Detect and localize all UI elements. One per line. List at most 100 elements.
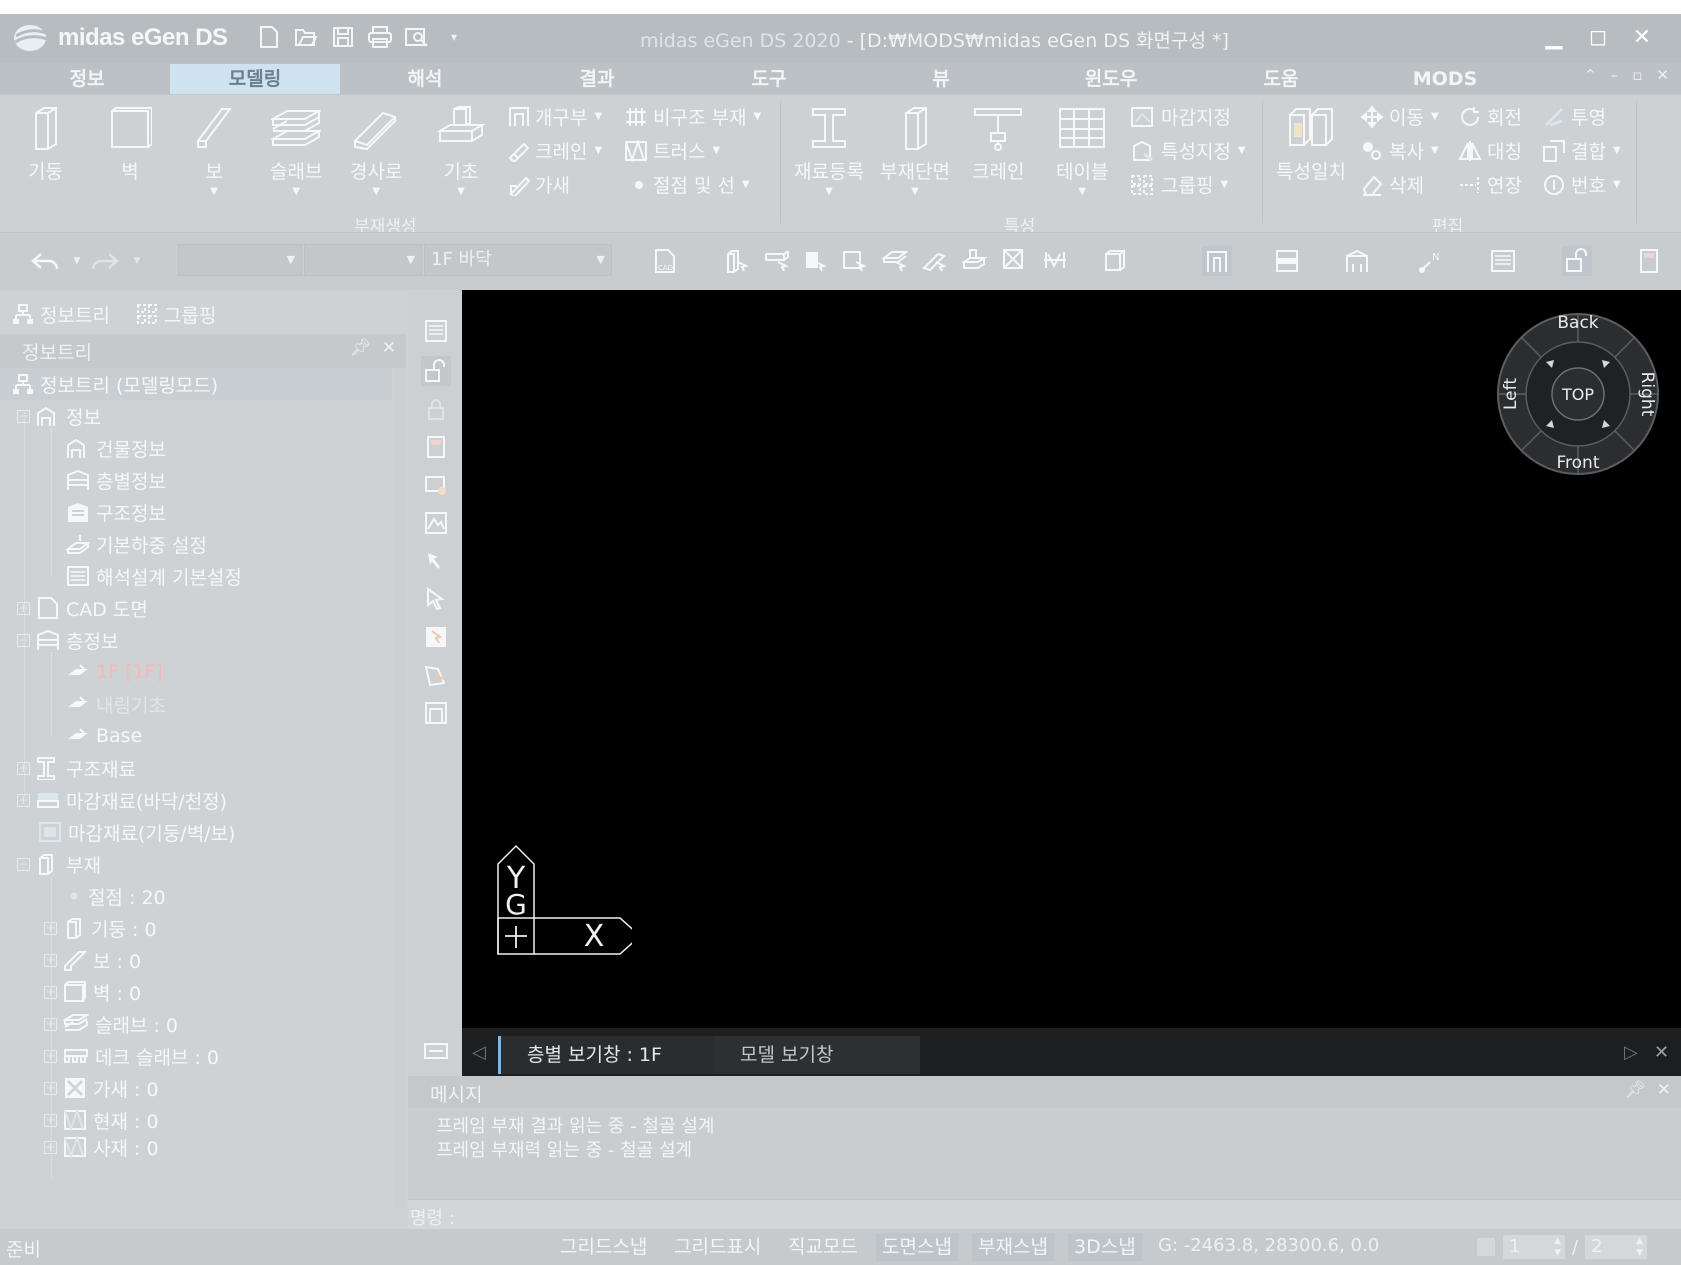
select-slab-icon[interactable] (840, 246, 870, 276)
redo-icon[interactable] (90, 246, 120, 276)
table-dropdown-icon[interactable]: ▼ (1078, 186, 1086, 197)
tree-node-cad[interactable]: + CAD 도면 (17, 592, 148, 624)
tree-item-floor-foundation[interactable]: 내림기초 (66, 688, 166, 720)
tree-item-columns[interactable]: + 기둥 : 0 (44, 912, 157, 944)
copy-dropdown-icon[interactable]: ▼ (1431, 145, 1439, 156)
unlock-icon[interactable] (1562, 246, 1592, 276)
ribbon-minimize-icon[interactable]: – (1611, 66, 1619, 84)
tab-scroll-left-icon[interactable]: ◁ (472, 1042, 486, 1063)
toggle-3d-snap[interactable]: 3D스냅 (1068, 1233, 1142, 1261)
crane-small-button[interactable]: 크레인 ▼ (508, 137, 602, 164)
toolbar-combo-1[interactable]: ▼ (178, 244, 302, 276)
extend-button[interactable]: 연장 (1458, 171, 1522, 198)
select-column-icon[interactable] (720, 246, 750, 276)
number-button[interactable]: 번호 ▼ (1542, 171, 1621, 198)
opening-button[interactable]: 개구부 ▼ (508, 103, 602, 130)
tree-item-braces[interactable]: + 가새 : 0 (44, 1072, 159, 1104)
tab-grouping[interactable]: 그룹핑 (136, 301, 216, 328)
model-canvas[interactable]: Back Front TOP Left Right Y G X (462, 290, 1681, 1047)
toggle-drawing-snap[interactable]: 도면스냅 (876, 1233, 958, 1261)
crane-small-dropdown-icon[interactable]: ▼ (594, 145, 602, 156)
ramp-dropdown-icon[interactable]: ▼ (372, 186, 380, 197)
close-icon[interactable]: ✕ (382, 338, 396, 358)
select-wall-icon[interactable] (800, 246, 830, 276)
maximize-icon[interactable]: ◻ (1585, 24, 1611, 50)
crane-button[interactable]: 크레인 (972, 105, 1024, 184)
spinner-arrows-icon[interactable]: ▲ ▼ (1554, 1235, 1561, 1259)
viewcube-back[interactable]: Back (1557, 313, 1598, 333)
non-structural-dropdown-icon[interactable]: ▼ (753, 111, 761, 122)
tree-item-floor-1f[interactable]: 1F [1F] (66, 656, 163, 688)
tree-item-floor-base[interactable]: Base (66, 720, 142, 752)
slab-dropdown-icon[interactable]: ▼ (292, 186, 300, 197)
toolbar-combo-2[interactable]: ▼ (304, 244, 422, 276)
select-foundation-icon[interactable] (960, 246, 990, 276)
mods-icon[interactable] (421, 316, 451, 346)
command-input[interactable] (468, 1202, 1668, 1226)
mods-icon[interactable] (1488, 246, 1518, 276)
tree-node-finish-wall[interactable]: 마감재료(기둥/벽/보) (38, 816, 235, 848)
move-button[interactable]: 이동 ▼ (1360, 103, 1439, 130)
toggle-grid-snap[interactable]: 그리드스냅 (554, 1233, 653, 1261)
toggle-ortho-mode[interactable]: 직교모드 (782, 1233, 864, 1261)
tab-modeling[interactable]: 모델링 (170, 64, 340, 94)
expand-icon[interactable]: + (17, 793, 30, 807)
tab-help[interactable]: 도움 (1196, 64, 1366, 94)
axis-view-icon[interactable] (1100, 246, 1130, 276)
expand-icon[interactable]: + (44, 1140, 57, 1154)
print-icon[interactable] (367, 24, 393, 50)
close-icon[interactable]: ✕ (1657, 1080, 1671, 1100)
window-settings-icon[interactable] (421, 470, 451, 500)
pin-icon[interactable]: 📌︎ (349, 338, 371, 358)
undo-dropdown-icon[interactable]: ▼ (62, 246, 92, 276)
grouping-button[interactable]: 그룹핑 ▼ (1130, 171, 1228, 198)
tab-results[interactable]: 결과 (512, 64, 682, 94)
tab-info[interactable]: 정보 (2, 64, 172, 94)
pin-icon[interactable]: 📌︎ (1624, 1080, 1646, 1100)
foundation-button[interactable]: 기초 ▼ (436, 105, 486, 197)
select-truss-icon[interactable] (1040, 246, 1070, 276)
undo-icon[interactable] (30, 246, 60, 276)
tree-item-slabs[interactable]: + 슬래브 : 0 (44, 1008, 178, 1040)
select-floor-icon[interactable] (880, 246, 910, 276)
move-dropdown-icon[interactable]: ▼ (1431, 111, 1439, 122)
property-assign-button[interactable]: 특성지정 ▼ (1130, 137, 1246, 164)
expand-icon[interactable]: + (17, 761, 30, 775)
select-arrow-icon[interactable] (421, 584, 451, 614)
tab-window[interactable]: 윈도우 (1026, 64, 1196, 94)
tree-item-beams[interactable]: + 보 : 0 (44, 944, 141, 976)
page-current-spinner[interactable]: 1 ▲ ▼ (1502, 1234, 1566, 1260)
tab-view[interactable]: 뷰 (856, 64, 1026, 94)
ribbon-restore-icon[interactable]: ▫ (1632, 66, 1642, 84)
expand-icon[interactable]: + (17, 601, 30, 615)
tree-root[interactable]: 정보트리 (모델링모드) (0, 368, 392, 400)
finish-assign-button[interactable]: 마감지정 (1130, 103, 1231, 130)
expand-icon[interactable]: + (44, 1081, 57, 1095)
open-file-icon[interactable] (293, 24, 319, 50)
non-structural-button[interactable]: 비구조 부재 ▼ (624, 103, 761, 130)
material-register-dropdown-icon[interactable]: ▼ (825, 186, 833, 197)
tree-item-walls[interactable]: + 벽 : 0 (44, 976, 141, 1008)
tree-item-structure-info[interactable]: 구조정보 (66, 496, 166, 528)
mirror-button[interactable]: 대칭 (1458, 137, 1522, 164)
select-brace-icon[interactable] (1000, 246, 1030, 276)
tree-item-deck-slabs[interactable]: + 데크 슬래브 : 0 (44, 1040, 219, 1072)
collapse-ribbon-icon[interactable]: ⌃ (1584, 66, 1597, 84)
delete-button[interactable]: 삭제 (1360, 171, 1424, 198)
number-dropdown-icon[interactable]: ▼ (1613, 179, 1621, 190)
customize-qat-icon[interactable]: ▾ (441, 24, 467, 50)
toggle-member-snap[interactable]: 부재스냅 (972, 1233, 1054, 1261)
copy-button[interactable]: 복사 ▼ (1360, 137, 1439, 164)
view-cube[interactable]: Back Front TOP Left Right (1496, 312, 1660, 476)
merge-button[interactable]: 결합 ▼ (1542, 137, 1621, 164)
truss-dropdown-icon[interactable]: ▼ (712, 145, 720, 156)
minimize-icon[interactable]: ▁ (1541, 24, 1567, 50)
viewcube-left[interactable]: Left (1501, 378, 1521, 410)
floor-select[interactable]: 1F 바닥 ▼ (424, 244, 612, 276)
toggle-grid-display[interactable]: 그리드표시 (668, 1233, 767, 1261)
tab-mods[interactable]: MODS (1360, 64, 1530, 94)
section-dropdown-icon[interactable]: ▼ (911, 186, 919, 197)
tree-item-story-info[interactable]: 층별정보 (66, 464, 166, 496)
truss-button[interactable]: 트러스 ▼ (624, 137, 720, 164)
print-preview-icon[interactable] (404, 24, 430, 50)
